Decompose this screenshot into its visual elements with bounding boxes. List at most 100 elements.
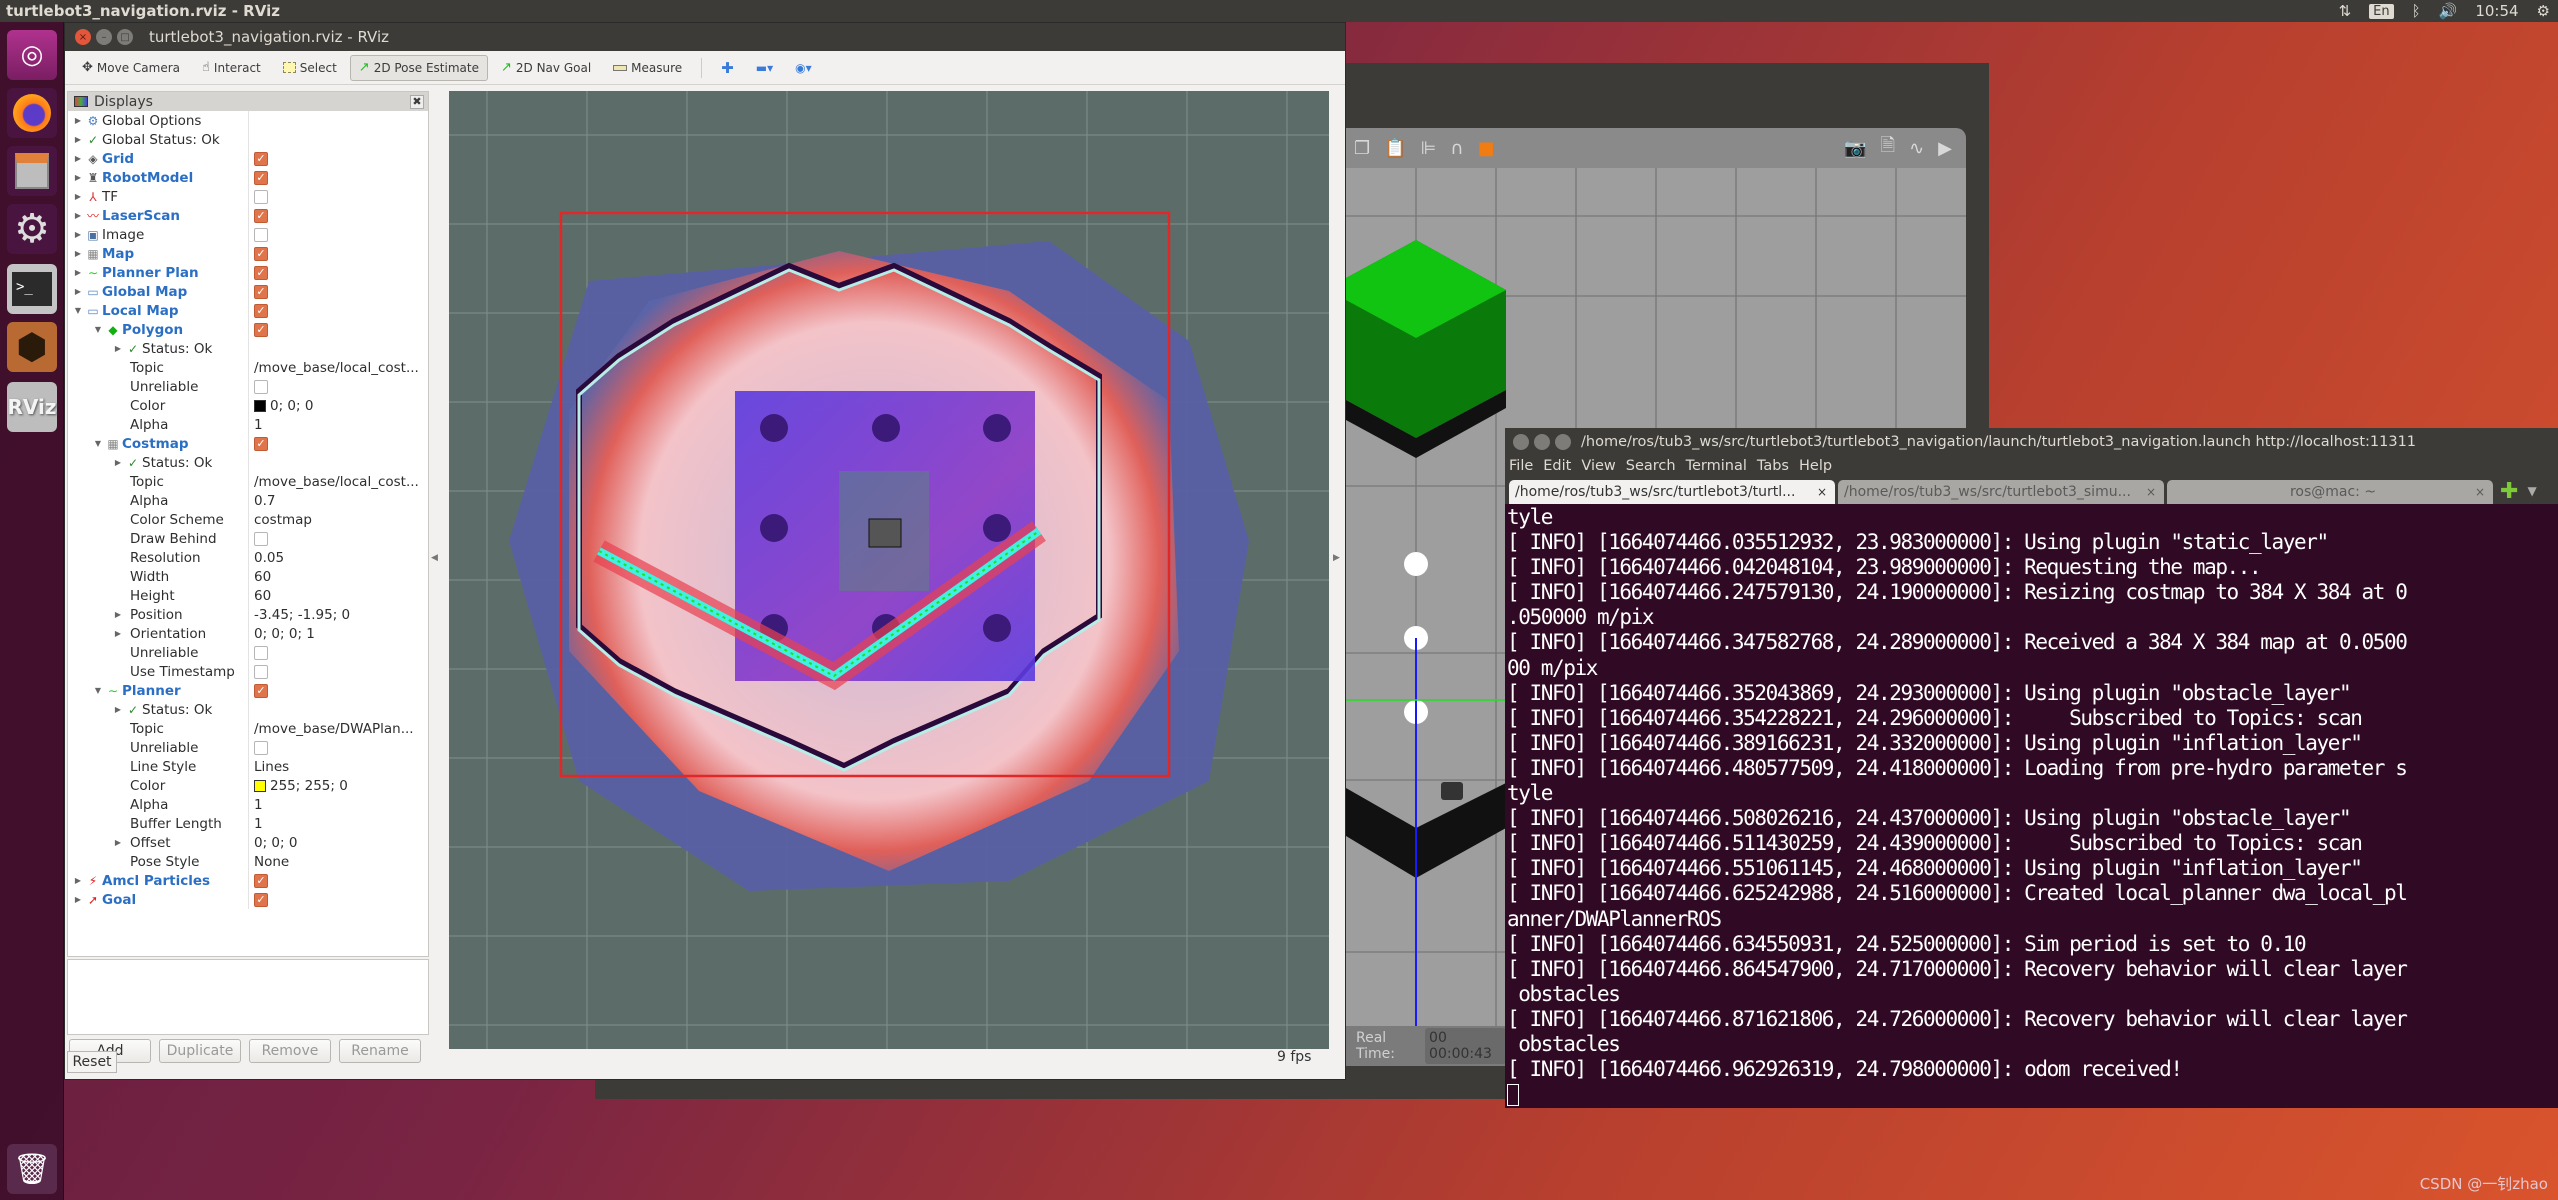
volume-icon[interactable]: 🔊 [2439, 2, 2458, 20]
tree-row[interactable]: ▶ Orientation 0; 0; 0; 1 [68, 624, 428, 643]
copy-icon[interactable]: ❐ [1354, 138, 1370, 159]
tool-move-camera[interactable]: ✥ Move Camera [73, 55, 189, 81]
tree-row-value[interactable]: 0; 0; 0 [254, 398, 313, 414]
tree-row-value[interactable]: /move_base/DWAPlan... [254, 721, 414, 737]
enable-checkbox[interactable]: ✓ [254, 436, 268, 451]
tree-row-value[interactable]: ✓ [254, 284, 268, 299]
color-swatch[interactable] [254, 779, 266, 792]
expand-arrow-icon[interactable]: ▶ [72, 287, 84, 296]
tree-row[interactable]: Alpha 1 [68, 415, 428, 434]
tree-row[interactable]: Color 0; 0; 0 [68, 396, 428, 415]
tree-row[interactable]: ▶ ▦ Map ✓ [68, 244, 428, 263]
tree-row[interactable]: ▶ 〰 LaserScan ✓ [68, 206, 428, 225]
rename-display-button[interactable]: Rename [339, 1039, 421, 1063]
add-tool-button[interactable]: ✚ [712, 55, 743, 81]
menu-view[interactable]: View [1581, 458, 1615, 474]
tree-row-value[interactable] [254, 189, 268, 204]
gazebo-icon[interactable]: ⬢ [7, 322, 57, 372]
tree-row[interactable]: ▶ ⚡ Amcl Particles ✓ [68, 871, 428, 890]
menu-file[interactable]: File [1509, 458, 1533, 474]
enable-checkbox[interactable] [254, 645, 268, 660]
enable-checkbox[interactable]: ✓ [254, 246, 268, 261]
expand-arrow-icon[interactable]: ▶ [112, 705, 124, 714]
tree-row[interactable]: ▼ ▭ Local Map ✓ [68, 301, 428, 320]
tree-row-value[interactable]: 0.05 [254, 550, 284, 566]
tree-row[interactable]: ▶ ✓ Status: Ok [68, 453, 428, 472]
tree-row[interactable]: Use Timestamp [68, 662, 428, 681]
tool-2d-pose-estimate[interactable]: ↗ 2D Pose Estimate [349, 54, 488, 81]
tree-row-value[interactable]: ✓ [254, 322, 268, 337]
tree-row[interactable]: ▶ Offset 0; 0; 0 [68, 833, 428, 852]
collapse-arrow-icon[interactable]: ▼ [72, 306, 84, 315]
tree-row-value[interactable]: ✓ [254, 246, 268, 261]
enable-checkbox[interactable]: ✓ [254, 265, 268, 280]
video-record-icon[interactable]: ▶ [1938, 138, 1952, 159]
tree-row[interactable]: ▶ Position -3.45; -1.95; 0 [68, 605, 428, 624]
tree-row-value[interactable]: 0; 0; 0; 1 [254, 626, 315, 642]
expand-arrow-icon[interactable]: ▶ [72, 211, 84, 220]
tree-row[interactable]: ▶ ▭ Global Map ✓ [68, 282, 428, 301]
collapse-left-handle[interactable]: ◀ [431, 553, 438, 563]
system-settings-icon[interactable]: ⚙ [7, 204, 57, 254]
expand-arrow-icon[interactable]: ▶ [72, 116, 84, 125]
enable-checkbox[interactable] [254, 189, 268, 204]
screenshot-icon[interactable]: 📷 [1844, 138, 1866, 159]
clock[interactable]: 10:54 [2475, 2, 2518, 20]
tree-row[interactable]: Unreliable [68, 377, 428, 396]
expand-arrow-icon[interactable]: ▶ [112, 629, 124, 638]
tree-row-value[interactable]: None [254, 854, 289, 870]
minimize-window-button[interactable]: – [96, 29, 112, 45]
terminal-tab[interactable]: /home/ros/tub3_ws/src/turtlebot3_simu...… [1838, 480, 2164, 504]
tree-row[interactable]: ▼ ◆ Polygon ✓ [68, 320, 428, 339]
tree-row-value[interactable]: 60 [254, 588, 271, 604]
expand-arrow-icon[interactable]: ▶ [72, 268, 84, 277]
expand-arrow-icon[interactable]: ▶ [72, 154, 84, 163]
tree-row-value[interactable]: Lines [254, 759, 289, 775]
expand-arrow-icon[interactable]: ▶ [72, 230, 84, 239]
tree-row-value[interactable] [254, 227, 268, 242]
power-gear-icon[interactable]: ⚙ [2537, 2, 2550, 20]
expand-arrow-icon[interactable]: ▶ [72, 135, 84, 144]
tree-row-value[interactable]: ✓ [254, 151, 268, 166]
close-tab-icon[interactable]: × [2146, 485, 2156, 499]
tree-row[interactable]: Unreliable [68, 738, 428, 757]
tree-row[interactable]: Alpha 0.7 [68, 491, 428, 510]
terminal-output[interactable]: tyle[ INFO] [1664074466.035512932, 23.98… [1505, 504, 2558, 1108]
tree-row[interactable]: Resolution 0.05 [68, 548, 428, 567]
tree-row-value[interactable]: 60 [254, 569, 271, 585]
keyboard-lang-indicator[interactable]: En [2369, 3, 2394, 19]
expand-arrow-icon[interactable]: ▶ [112, 838, 124, 847]
color-swatch[interactable] [254, 399, 266, 412]
tree-row-value[interactable] [254, 379, 268, 394]
tool-2d-nav-goal[interactable]: ↗ 2D Nav Goal [492, 55, 600, 81]
tabs-dropdown-icon[interactable]: ▼ [2527, 484, 2536, 498]
bluetooth-icon[interactable]: ᛒ [2412, 2, 2421, 20]
tree-row-value[interactable]: -3.45; -1.95; 0 [254, 607, 350, 623]
plot-icon[interactable]: ∿ [1909, 138, 1924, 159]
tree-row[interactable]: Pose Style None [68, 852, 428, 871]
collapse-arrow-icon[interactable]: ▼ [92, 686, 104, 695]
tree-row-value[interactable]: 0; 0; 0 [254, 835, 297, 851]
enable-checkbox[interactable] [254, 379, 268, 394]
tree-row[interactable]: Draw Behind [68, 529, 428, 548]
tree-row[interactable]: ▶ ➚ Goal ✓ [68, 890, 428, 909]
terminal-tab[interactable]: ros@mac: ~ × [2167, 480, 2493, 504]
enable-checkbox[interactable]: ✓ [254, 170, 268, 185]
tree-row-value[interactable]: /move_base/local_cost... [254, 474, 419, 490]
menu-search[interactable]: Search [1626, 458, 1676, 474]
enable-checkbox[interactable]: ✓ [254, 284, 268, 299]
remove-tool-button[interactable]: ▬▾ [747, 55, 782, 81]
tool-select[interactable]: Select [274, 55, 346, 81]
collapse-arrow-icon[interactable]: ▼ [92, 439, 104, 448]
collapse-arrow-icon[interactable]: ▼ [92, 325, 104, 334]
tree-row[interactable]: Topic/move_base/DWAPlan... [68, 719, 428, 738]
snap-magnet-icon[interactable]: ∩ [1450, 138, 1463, 159]
tree-row-value[interactable]: ✓ [254, 208, 268, 223]
expand-arrow-icon[interactable]: ▶ [112, 610, 124, 619]
firefox-icon[interactable] [7, 88, 57, 138]
tree-row[interactable]: Topic/move_base/local_cost... [68, 472, 428, 491]
tool-measure[interactable]: Measure [604, 55, 691, 81]
duplicate-display-button[interactable]: Duplicate [159, 1039, 241, 1063]
expand-arrow-icon[interactable]: ▶ [72, 192, 84, 201]
tool-interact[interactable]: ☝ Interact [193, 55, 270, 81]
